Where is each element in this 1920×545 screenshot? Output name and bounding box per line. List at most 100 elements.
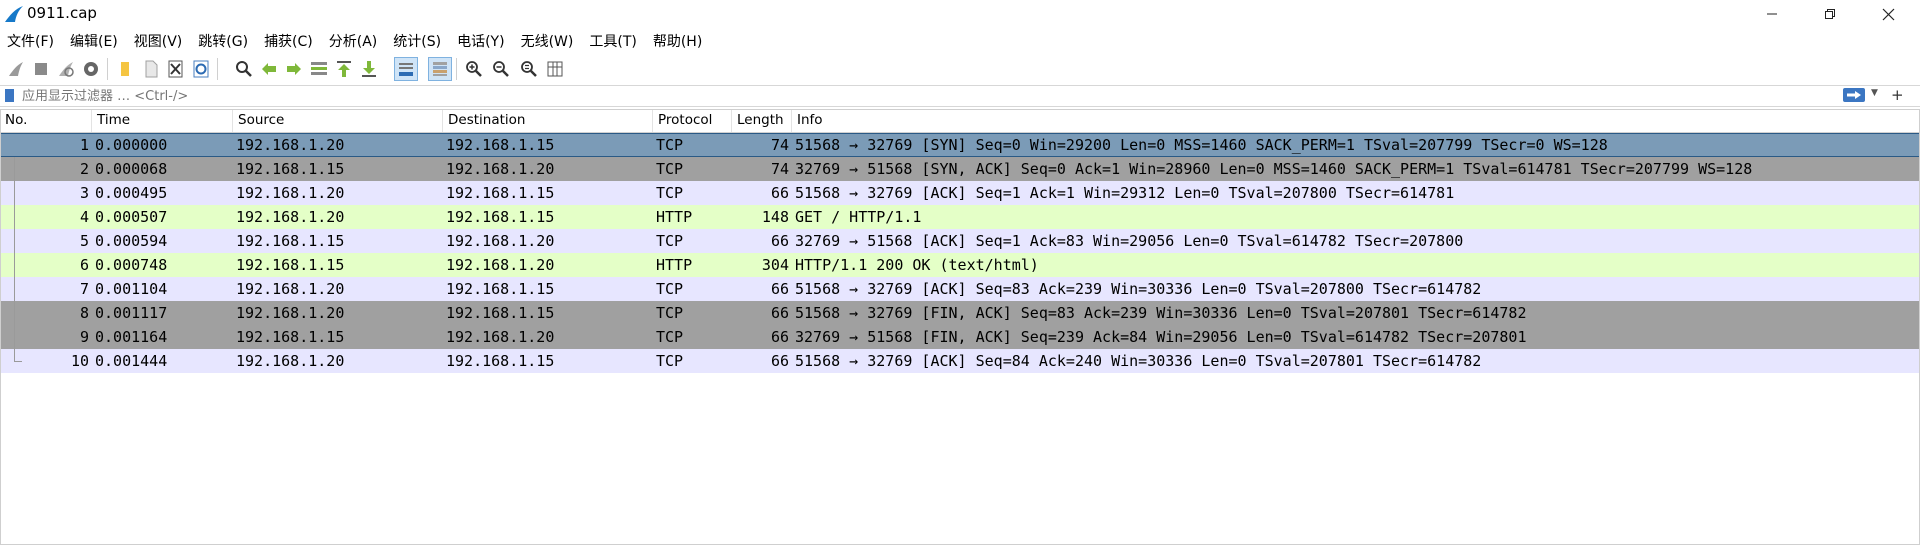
packet-source: 192.168.1.20 xyxy=(236,304,345,322)
add-filter-button-icon[interactable]: + xyxy=(1891,86,1904,104)
packet-time: 0.001104 xyxy=(95,280,168,298)
apply-filter-arrow-icon[interactable] xyxy=(1843,88,1865,102)
menu-item-4[interactable]: 捕获(C) xyxy=(256,31,321,51)
menu-item-1[interactable]: 编辑(E) xyxy=(62,31,126,51)
table-row[interactable]: 6 0.000748 192.168.1.15 192.168.1.20 HTTP 304… xyxy=(0,253,1920,277)
conversation-tree-end xyxy=(14,361,22,362)
packet-destination: 192.168.1.15 xyxy=(446,184,555,202)
menu-item-10[interactable]: 帮助(H) xyxy=(645,31,710,51)
menu-item-8[interactable]: 无线(W) xyxy=(513,31,582,51)
zoom-normal-icon[interactable] xyxy=(517,57,541,81)
go-first-packet-icon[interactable] xyxy=(332,57,356,81)
packet-destination: 192.168.1.15 xyxy=(446,352,555,370)
packet-source: 192.168.1.20 xyxy=(236,352,345,370)
close-file-icon[interactable] xyxy=(164,57,188,81)
colorize-icon[interactable] xyxy=(428,57,452,81)
packet-protocol: HTTP xyxy=(656,256,693,274)
packet-info: 32769 → 51568 [FIN, ACK] Seq=239 Ack=84 … xyxy=(795,328,1527,346)
open-file-icon[interactable] xyxy=(114,57,138,81)
table-row[interactable]: 8 0.001117 192.168.1.20 192.168.1.15 TCP 66 51… xyxy=(0,301,1920,325)
title-bar: 0911.cap xyxy=(0,0,1920,28)
table-row[interactable]: 3 0.000495 192.168.1.20 192.168.1.15 TCP 66 51… xyxy=(0,181,1920,205)
display-filter-input[interactable] xyxy=(22,87,1842,105)
packet-info: 51568 → 32769 [ACK] Seq=84 Ack=240 Win=3… xyxy=(795,352,1482,370)
column-header-destination[interactable]: Destination xyxy=(443,109,653,132)
menu-item-0[interactable]: 文件(F) xyxy=(0,31,62,51)
table-row[interactable]: 2 0.000068 192.168.1.15 192.168.1.20 TCP 74 32… xyxy=(0,157,1920,181)
menu-item-2[interactable]: 视图(V) xyxy=(126,31,191,51)
go-forward-icon[interactable] xyxy=(282,57,306,81)
packet-length: 66 xyxy=(770,184,789,202)
go-to-packet-icon[interactable] xyxy=(307,57,331,81)
dropdown-icon[interactable]: ▼ xyxy=(1871,88,1878,98)
close-icon[interactable] xyxy=(1859,0,1917,28)
packet-protocol: TCP xyxy=(656,304,684,322)
main-toolbar xyxy=(0,55,1920,85)
table-row[interactable]: 7 0.001104 192.168.1.20 192.168.1.15 TCP 66 51… xyxy=(0,277,1920,301)
packet-time: 0.000594 xyxy=(95,232,168,250)
table-row[interactable]: 4 0.000507 192.168.1.20 192.168.1.15 HTTP 148… xyxy=(0,205,1920,229)
save-file-icon[interactable] xyxy=(139,57,163,81)
menu-item-3[interactable]: 跳转(G) xyxy=(190,31,256,51)
packet-source: 192.168.1.15 xyxy=(236,256,345,274)
find-packet-icon[interactable] xyxy=(232,57,256,81)
maximize-icon[interactable] xyxy=(1801,0,1859,28)
column-header-protocol[interactable]: Protocol xyxy=(653,109,732,132)
restart-capture-icon[interactable] xyxy=(54,57,78,81)
table-row[interactable]: 1 0.000000 192.168.1.20 192.168.1.15 TCP 74 51… xyxy=(0,133,1920,157)
column-header-length[interactable]: Length xyxy=(732,109,792,132)
packet-time: 0.001164 xyxy=(95,328,168,346)
packet-destination: 192.168.1.20 xyxy=(446,232,555,250)
packet-length: 74 xyxy=(770,136,789,154)
packet-source: 192.168.1.20 xyxy=(236,208,345,226)
zoom-out-icon[interactable] xyxy=(489,57,513,81)
packet-length: 66 xyxy=(770,280,789,298)
window-title: 0911.cap xyxy=(27,4,97,22)
packet-protocol: TCP xyxy=(656,280,684,298)
autoscroll-icon[interactable] xyxy=(394,57,418,81)
packet-info: 51568 → 32769 [ACK] Seq=1 Ack=1 Win=2931… xyxy=(795,184,1455,202)
capture-options-icon[interactable] xyxy=(79,57,103,81)
packet-length: 148 xyxy=(761,208,789,226)
packet-info: 51568 → 32769 [FIN, ACK] Seq=83 Ack=239 … xyxy=(795,304,1527,322)
packet-protocol: TCP xyxy=(656,184,684,202)
packet-time: 0.001117 xyxy=(95,304,168,322)
packet-destination: 192.168.1.20 xyxy=(446,328,555,346)
menu-bar: 文件(F) 编辑(E) 视图(V) 跳转(G) 捕获(C) 分析(A) 统计(S) 电话(Y)… xyxy=(0,29,1920,53)
start-capture-icon[interactable] xyxy=(4,57,28,81)
menu-item-9[interactable]: 工具(T) xyxy=(581,31,644,51)
packet-length: 66 xyxy=(770,328,789,346)
packet-length: 66 xyxy=(770,352,789,370)
go-last-packet-icon[interactable] xyxy=(357,57,381,81)
zoom-in-icon[interactable] xyxy=(462,57,486,81)
column-header-no[interactable]: No. xyxy=(0,109,92,132)
bookmark-icon[interactable] xyxy=(5,89,14,102)
packet-info: 32769 → 51568 [SYN, ACK] Seq=0 Ack=1 Win… xyxy=(795,160,1753,178)
menu-item-7[interactable]: 电话(Y) xyxy=(449,31,512,51)
packet-source: 192.168.1.15 xyxy=(236,328,345,346)
table-row[interactable]: 10 0.001444 192.168.1.20 192.168.1.15 TCP 66 5… xyxy=(0,349,1920,373)
packet-info: 51568 → 32769 [SYN] Seq=0 Win=29200 Len=… xyxy=(795,136,1608,154)
packet-time: 0.001444 xyxy=(95,352,168,370)
table-row[interactable]: 5 0.000594 192.168.1.15 192.168.1.20 TCP 66 32… xyxy=(0,229,1920,253)
packet-source: 192.168.1.20 xyxy=(236,184,345,202)
packet-list-header: No. Time Source Destination Protocol Len… xyxy=(0,109,1920,133)
packet-source: 192.168.1.15 xyxy=(236,232,345,250)
stop-capture-icon[interactable] xyxy=(29,57,53,81)
packet-destination: 192.168.1.20 xyxy=(446,256,555,274)
menu-item-6[interactable]: 统计(S) xyxy=(385,31,449,51)
column-header-info[interactable]: Info xyxy=(792,109,1920,132)
table-row[interactable]: 9 0.001164 192.168.1.15 192.168.1.20 TCP 66 32… xyxy=(0,325,1920,349)
packet-length: 66 xyxy=(770,304,789,322)
packet-protocol: TCP xyxy=(656,328,684,346)
packet-protocol: TCP xyxy=(656,136,684,154)
column-header-time[interactable]: Time xyxy=(92,109,233,132)
column-header-source[interactable]: Source xyxy=(233,109,443,132)
menu-item-5[interactable]: 分析(A) xyxy=(321,31,386,51)
packet-info: 51568 → 32769 [ACK] Seq=83 Ack=239 Win=3… xyxy=(795,280,1482,298)
resize-columns-icon[interactable] xyxy=(543,57,567,81)
reload-file-icon[interactable] xyxy=(189,57,213,81)
minimize-icon[interactable] xyxy=(1743,0,1801,28)
go-back-icon[interactable] xyxy=(257,57,281,81)
packet-protocol: TCP xyxy=(656,232,684,250)
